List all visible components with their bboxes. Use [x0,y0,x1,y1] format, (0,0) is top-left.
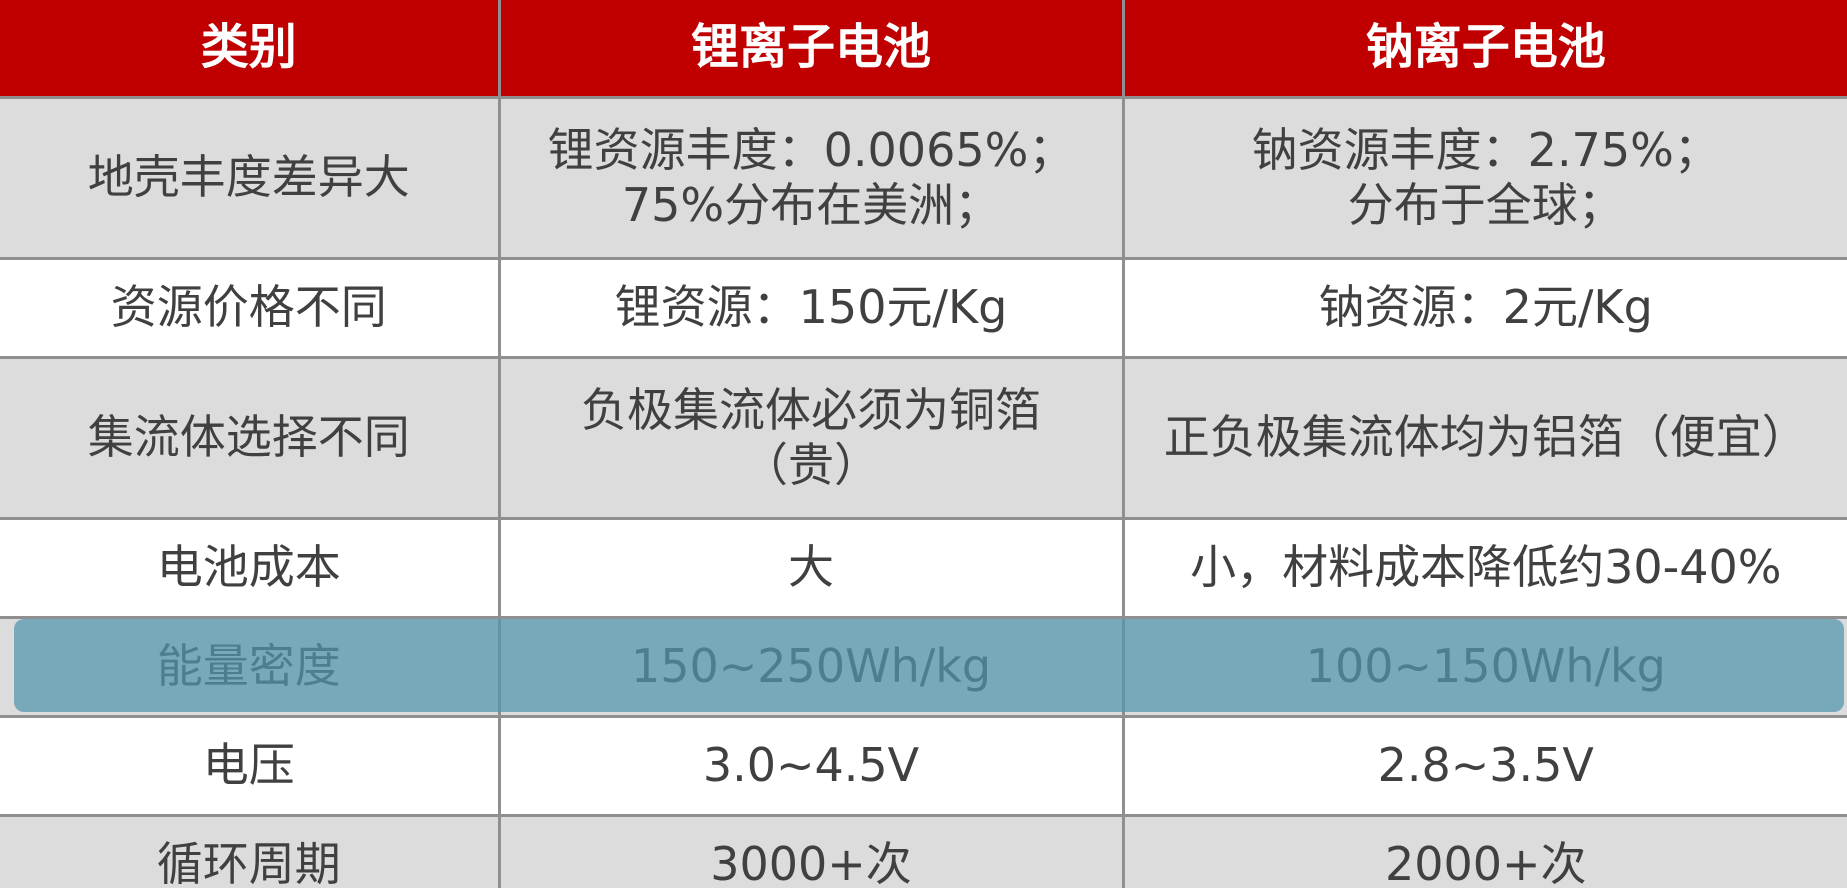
category-cell: 循环周期 [0,814,501,888]
cell-line: 分布于全球； [1347,178,1624,232]
cell-line: 锂资源丰度：0.0065%； [547,122,1075,177]
table-row: 循环周期 3000+次 2000+次 [0,814,1847,888]
lithium-cell: 3000+次 [497,814,1125,888]
table-row: 电压 3.0~4.5V 2.8~3.5V [0,715,1847,817]
sodium-cell: 正负极集流体均为铝箔（便宜） [1121,356,1847,520]
category-cell: 电池成本 [0,517,501,619]
cell-line: 钠资源丰度：2.75%； [1251,122,1720,177]
lithium-cell: 150~250Wh/kg [497,616,1125,718]
sodium-cell: 小，材料成本降低约30-40% [1121,517,1847,619]
battery-comparison-table: 类别 锂离子电池 钠离子电池 地壳丰度差异大 锂资源丰度：0.0065%； 75… [0,0,1847,888]
cell-line: 75%分布在美洲； [621,178,1001,232]
header-sodium-ion: 钠离子电池 [1121,0,1847,99]
sodium-cell: 2.8~3.5V [1121,715,1847,817]
table-row: 电池成本 大 小，材料成本降低约30-40% [0,517,1847,619]
category-cell: 资源价格不同 [0,257,501,359]
sodium-cell: 2000+次 [1121,814,1847,888]
header-lithium-ion: 锂离子电池 [497,0,1125,99]
cell-line: 负极集流体必须为铜箔 [581,382,1041,437]
sodium-cell: 钠资源：2元/Kg [1121,257,1847,359]
category-cell: 地壳丰度差异大 [0,96,501,260]
table-row: 集流体选择不同 负极集流体必须为铜箔 （贵） 正负极集流体均为铝箔（便宜） [0,356,1847,520]
comparison-slide: 类别 锂离子电池 钠离子电池 地壳丰度差异大 锂资源丰度：0.0065%； 75… [0,0,1847,888]
lithium-cell: 锂资源：150元/Kg [497,257,1125,359]
lithium-cell: 大 [497,517,1125,619]
table-header-row: 类别 锂离子电池 钠离子电池 [0,0,1847,99]
lithium-cell: 3.0~4.5V [497,715,1125,817]
table-row: 地壳丰度差异大 锂资源丰度：0.0065%； 75%分布在美洲； 钠资源丰度：2… [0,96,1847,260]
lithium-cell: 负极集流体必须为铜箔 （贵） [497,356,1125,520]
category-cell: 能量密度 [0,616,501,718]
sodium-cell: 100~150Wh/kg [1121,616,1847,718]
lithium-cell: 锂资源丰度：0.0065%； 75%分布在美洲； [497,96,1125,260]
category-cell: 电压 [0,715,501,817]
table-row: 资源价格不同 锂资源：150元/Kg 钠资源：2元/Kg [0,257,1847,359]
sodium-cell: 钠资源丰度：2.75%； 分布于全球； [1121,96,1847,260]
cell-line: （贵） [742,438,880,492]
table-row: 能量密度 150~250Wh/kg 100~150Wh/kg [0,616,1847,718]
category-cell: 集流体选择不同 [0,356,501,520]
header-category: 类别 [0,0,501,99]
